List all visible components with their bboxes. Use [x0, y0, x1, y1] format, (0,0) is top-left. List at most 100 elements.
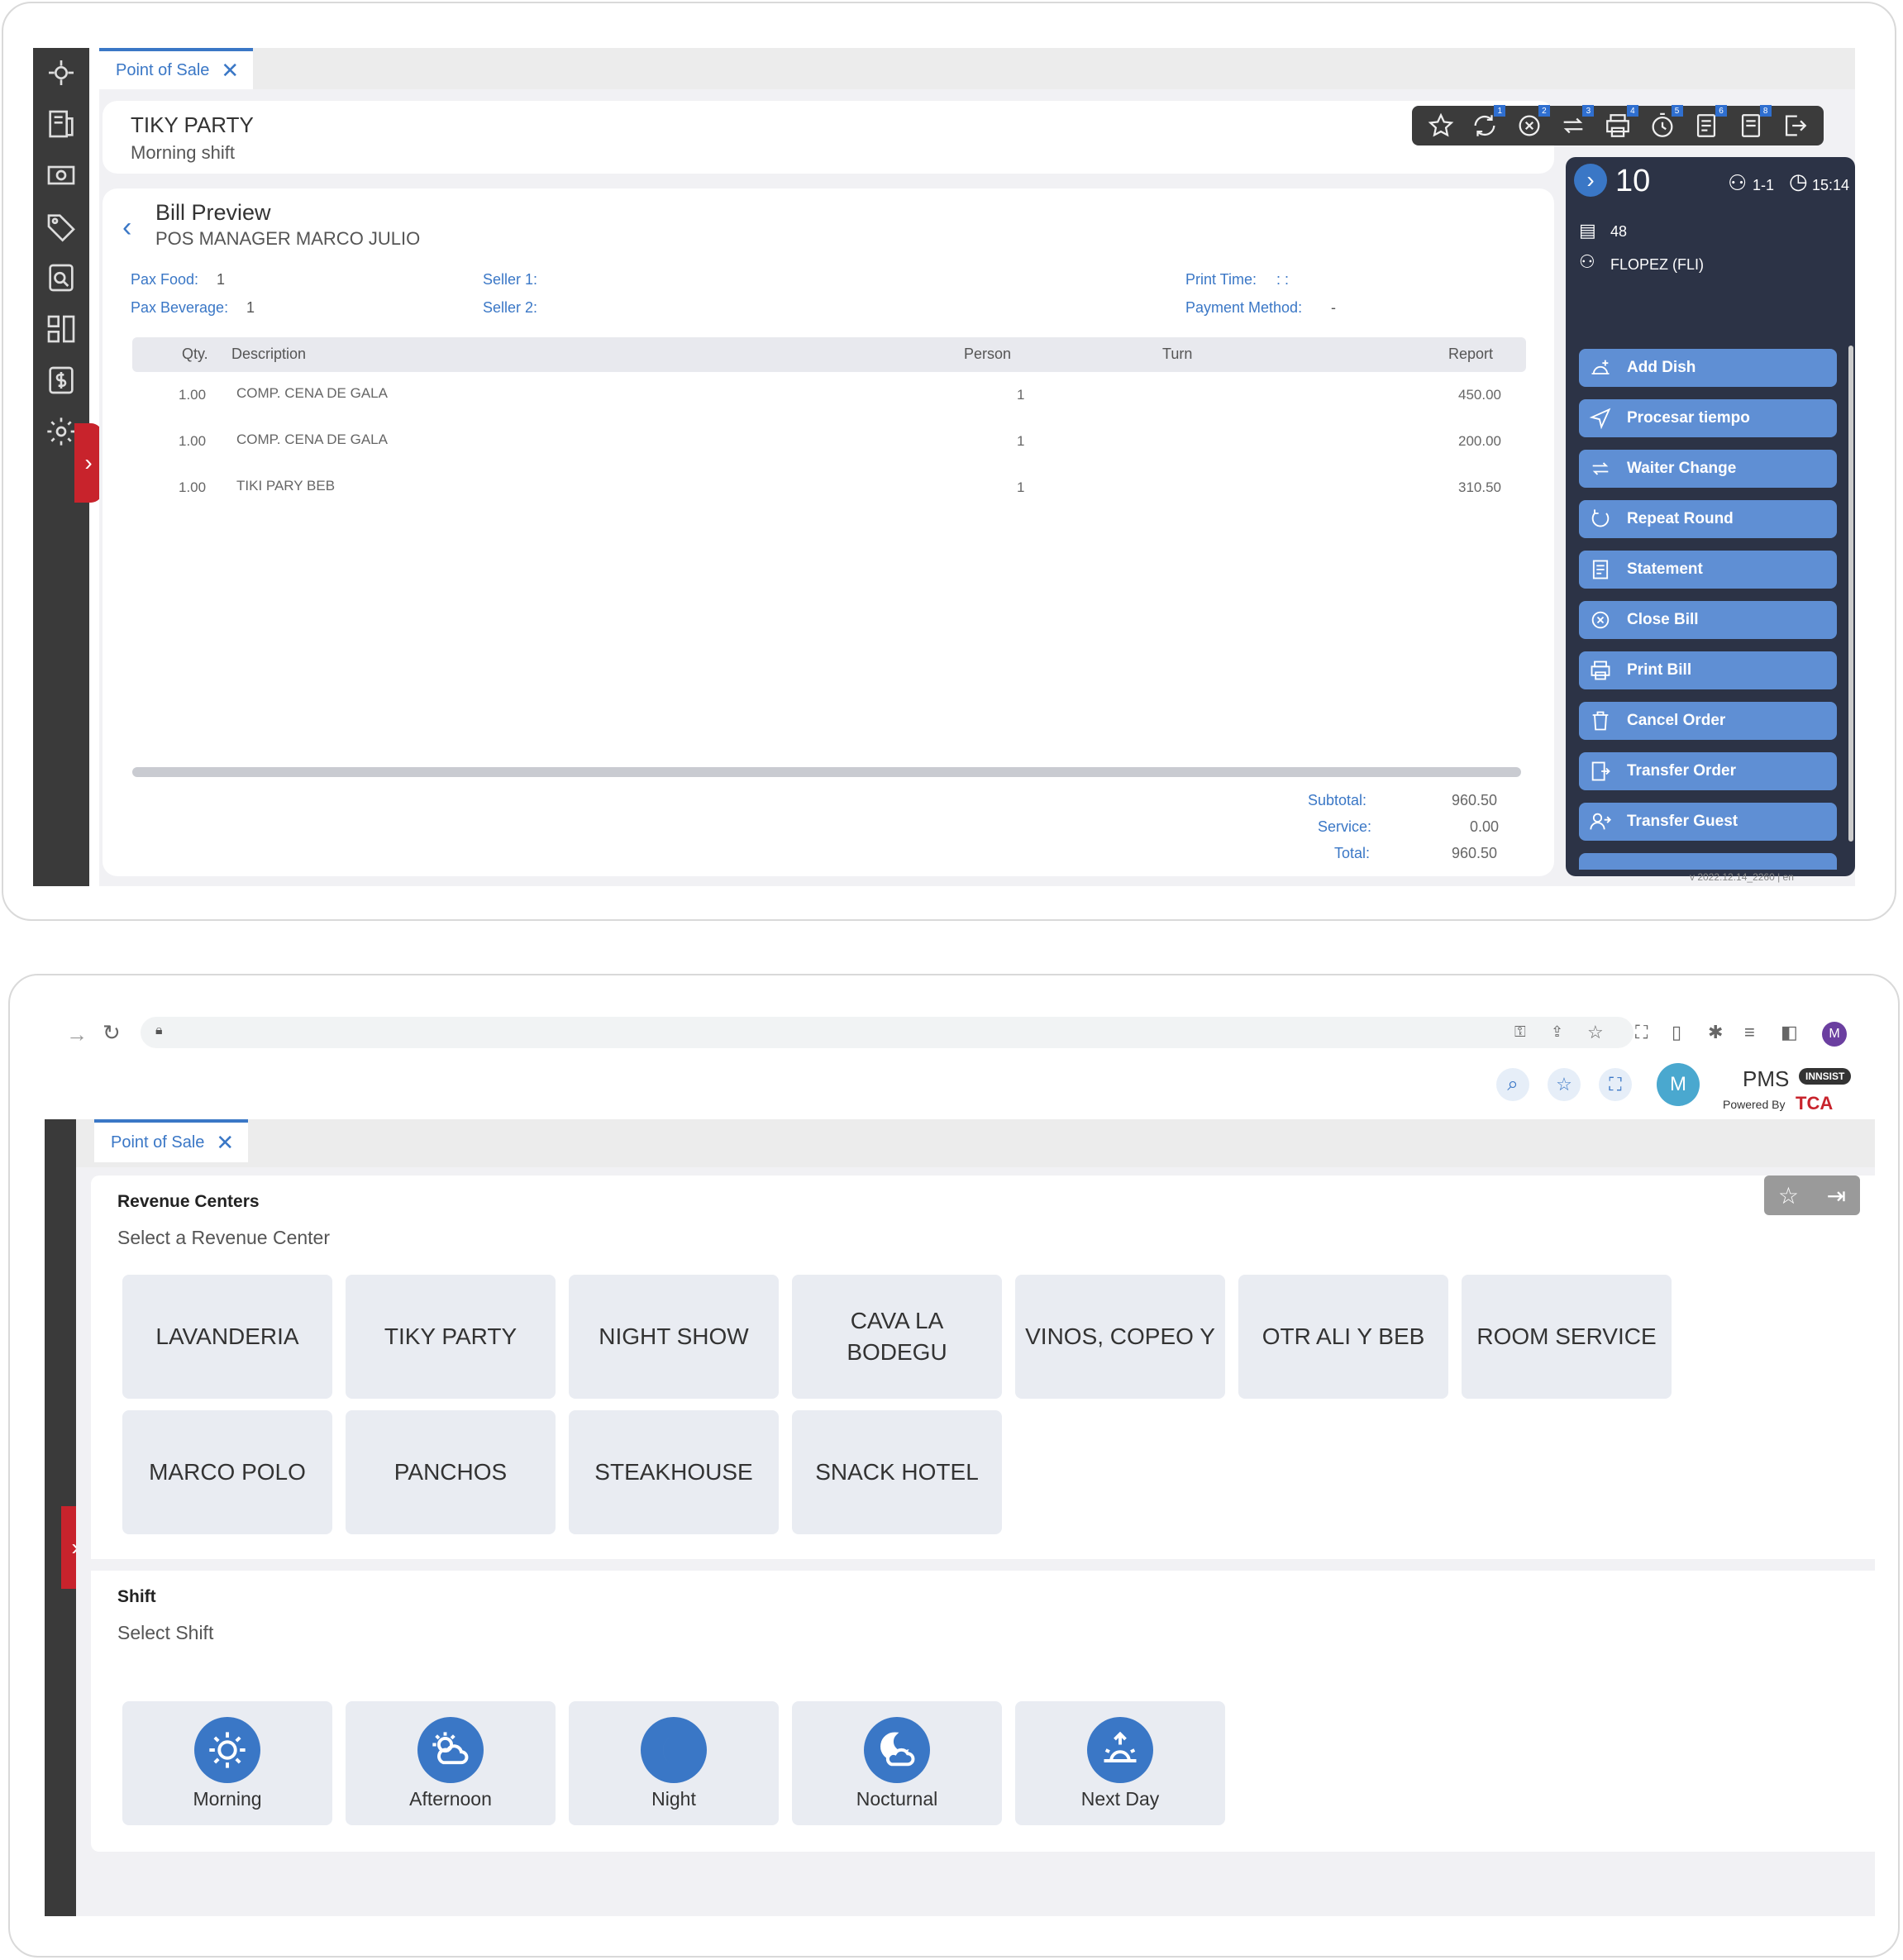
col-report: Report [1448, 346, 1494, 362]
vertical-scrollbar[interactable] [1848, 346, 1853, 842]
col-description: Description [231, 346, 307, 362]
action-toolbar: 1 2 3 4 5 6 8 [1412, 105, 1824, 145]
register-icon[interactable] [45, 107, 78, 141]
tab-point-of-sale[interactable]: Point of Sale ✕ [99, 48, 253, 89]
address-bar[interactable]: 🔒︎ [141, 1017, 1634, 1048]
exit-icon[interactable]: ⇥ [1827, 1182, 1846, 1209]
printer-icon[interactable]: 4 [1604, 105, 1638, 140]
user-avatar[interactable]: M [1657, 1063, 1700, 1106]
shift-tile-morning[interactable]: Morning [122, 1701, 332, 1825]
media-icon[interactable]: ≡ [1744, 1022, 1766, 1043]
swap-icon[interactable]: 3 [1559, 105, 1595, 140]
procesar-tiempo-button[interactable]: Procesar tiempo [1579, 399, 1837, 437]
bookmark-star-icon[interactable]: ☆ [1587, 1022, 1609, 1043]
revenue-center-tile[interactable]: SNACK HOTEL [792, 1410, 1002, 1534]
row-qty: 1.00 [179, 387, 207, 403]
button-label: Add Dish [1627, 359, 1696, 376]
extensions-icon[interactable]: ✱ [1708, 1022, 1729, 1043]
doc-icon[interactable]: 6 [1692, 105, 1728, 140]
revenue-center-screenshot: → ↻ 🔒︎ ⚿ ⇪ ☆ ⛶ ▯ ✱ ≡ ◧ M ⌕ ☆ ⛶ M PMS INN… [8, 974, 1900, 1958]
cancel-circle-icon[interactable]: 2 [1515, 105, 1550, 140]
row-person: 1 [1017, 479, 1025, 495]
sun-cloud-icon [417, 1716, 484, 1783]
forward-icon[interactable]: → [66, 1022, 88, 1047]
repeat-round-button[interactable]: Repeat Round [1579, 500, 1837, 538]
row-person: 1 [1017, 433, 1025, 449]
button-label: Statement [1627, 560, 1703, 578]
more-actions-button[interactable] [1579, 853, 1837, 870]
repeat-icon [1589, 508, 1612, 531]
logo-icon[interactable] [45, 56, 78, 89]
fullscreen-icon[interactable]: ⛶ [1599, 1068, 1632, 1101]
screenshot-icon[interactable]: ⛶ [1635, 1022, 1657, 1043]
close-icon[interactable]: ✕ [221, 58, 239, 83]
reload-icon[interactable]: ↻ [103, 1020, 124, 1045]
pax-food-label: Pax Food: [131, 271, 199, 288]
search-doc-icon[interactable] [45, 261, 78, 294]
col-turn: Turn [1162, 346, 1193, 362]
revenue-center-tile[interactable]: LAVANDERIA [122, 1275, 332, 1399]
search-icon[interactable]: ⌕ [1496, 1068, 1529, 1101]
grid-icon[interactable] [45, 312, 78, 346]
button-label: Procesar tiempo [1627, 409, 1750, 427]
exit-icon[interactable] [1781, 112, 1809, 140]
cancel-order-button[interactable]: Cancel Order [1579, 702, 1837, 740]
revenue-center-tile[interactable]: STEAKHOUSE [569, 1410, 779, 1534]
add-dish-button[interactable]: Add Dish [1579, 349, 1837, 387]
button-label: Waiter Change [1627, 460, 1737, 477]
clock-icon: ◷ [1789, 169, 1808, 193]
revenue-center-tile[interactable]: CAVA LA BODEGU [792, 1275, 1002, 1399]
profile-avatar[interactable]: M [1822, 1022, 1847, 1047]
shift-tile-night[interactable]: Night [569, 1701, 779, 1825]
star-icon[interactable] [1427, 112, 1455, 140]
close-icon[interactable]: ✕ [216, 1130, 234, 1156]
row-report: 200.00 [1458, 433, 1501, 449]
tab-point-of-sale[interactable]: Point of Sale ✕ [94, 1119, 248, 1162]
bill-preview-screenshot: › Point of Sale ✕ TIKY PARTY Morning shi… [2, 2, 1896, 921]
shift-tile-next-day[interactable]: Next Day [1015, 1701, 1225, 1825]
row-person: 1 [1017, 387, 1025, 403]
tag-icon[interactable] [45, 210, 78, 243]
shift-name: Morning shift [131, 142, 235, 163]
revenue-center-tile[interactable]: PANCHOS [346, 1410, 556, 1534]
bill-preview-card: ‹ Bill Preview POS MANAGER MARCO JULIO P… [103, 188, 1554, 876]
key-icon[interactable]: ⚿ [1514, 1023, 1536, 1045]
print-bill-button[interactable]: Print Bill [1579, 651, 1837, 689]
chevron-right-icon[interactable]: › [1574, 164, 1607, 197]
revenue-center-tile[interactable]: NIGHT SHOW [569, 1275, 779, 1399]
sidepanel-icon[interactable]: ◧ [1781, 1022, 1802, 1043]
phone-icon[interactable]: ▯ [1672, 1022, 1693, 1043]
revenue-center-tile[interactable]: VINOS, COPEO Y [1015, 1275, 1225, 1399]
transfer-doc-icon [1589, 760, 1612, 783]
star-icon[interactable]: ☆ [1778, 1182, 1799, 1209]
transfer-guest-button[interactable]: Transfer Guest [1579, 803, 1837, 841]
money-doc-icon[interactable] [45, 364, 78, 397]
refresh-icon[interactable]: 1 [1471, 105, 1506, 140]
favorites-icon[interactable]: ☆ [1548, 1068, 1581, 1101]
revenue-center-tile[interactable]: ROOM SERVICE [1462, 1275, 1672, 1399]
revenue-center-tile[interactable]: OTR ALI Y BEB [1238, 1275, 1448, 1399]
cash-icon[interactable] [45, 159, 78, 192]
horizontal-scrollbar[interactable] [132, 767, 1521, 777]
outlet-header: TIKY PARTY Morning shift [103, 101, 1554, 174]
doc-copy-icon[interactable]: 8 [1737, 105, 1772, 140]
gear-icon[interactable] [45, 415, 78, 448]
sidebar-expand-handle[interactable]: › [74, 423, 103, 503]
revenue-center-tile[interactable]: TIKY PARTY [346, 1275, 556, 1399]
table-number: 10 [1615, 164, 1651, 198]
timer-icon[interactable]: 5 [1648, 105, 1683, 140]
shift-title: Shift [117, 1587, 156, 1606]
transfer-order-button[interactable]: Transfer Order [1579, 752, 1837, 790]
close-bill-button[interactable]: Close Bill [1579, 601, 1837, 639]
shift-tile-nocturnal[interactable]: Nocturnal [792, 1701, 1002, 1825]
share-icon[interactable]: ⇪ [1551, 1023, 1572, 1045]
statement-button[interactable]: Statement [1579, 551, 1837, 589]
service-value: 0.00 [1470, 818, 1500, 835]
revenue-center-tile[interactable]: MARCO POLO [122, 1410, 332, 1534]
waiter-change-button[interactable]: Waiter Change [1579, 450, 1837, 488]
back-icon[interactable]: ‹ [122, 212, 131, 244]
row-report: 310.50 [1458, 479, 1501, 495]
row-description: TIKI PARY BEB [236, 478, 336, 494]
shift-tile-afternoon[interactable]: Afternoon [346, 1701, 556, 1825]
pos-manager: POS MANAGER MARCO JULIO [155, 228, 421, 249]
